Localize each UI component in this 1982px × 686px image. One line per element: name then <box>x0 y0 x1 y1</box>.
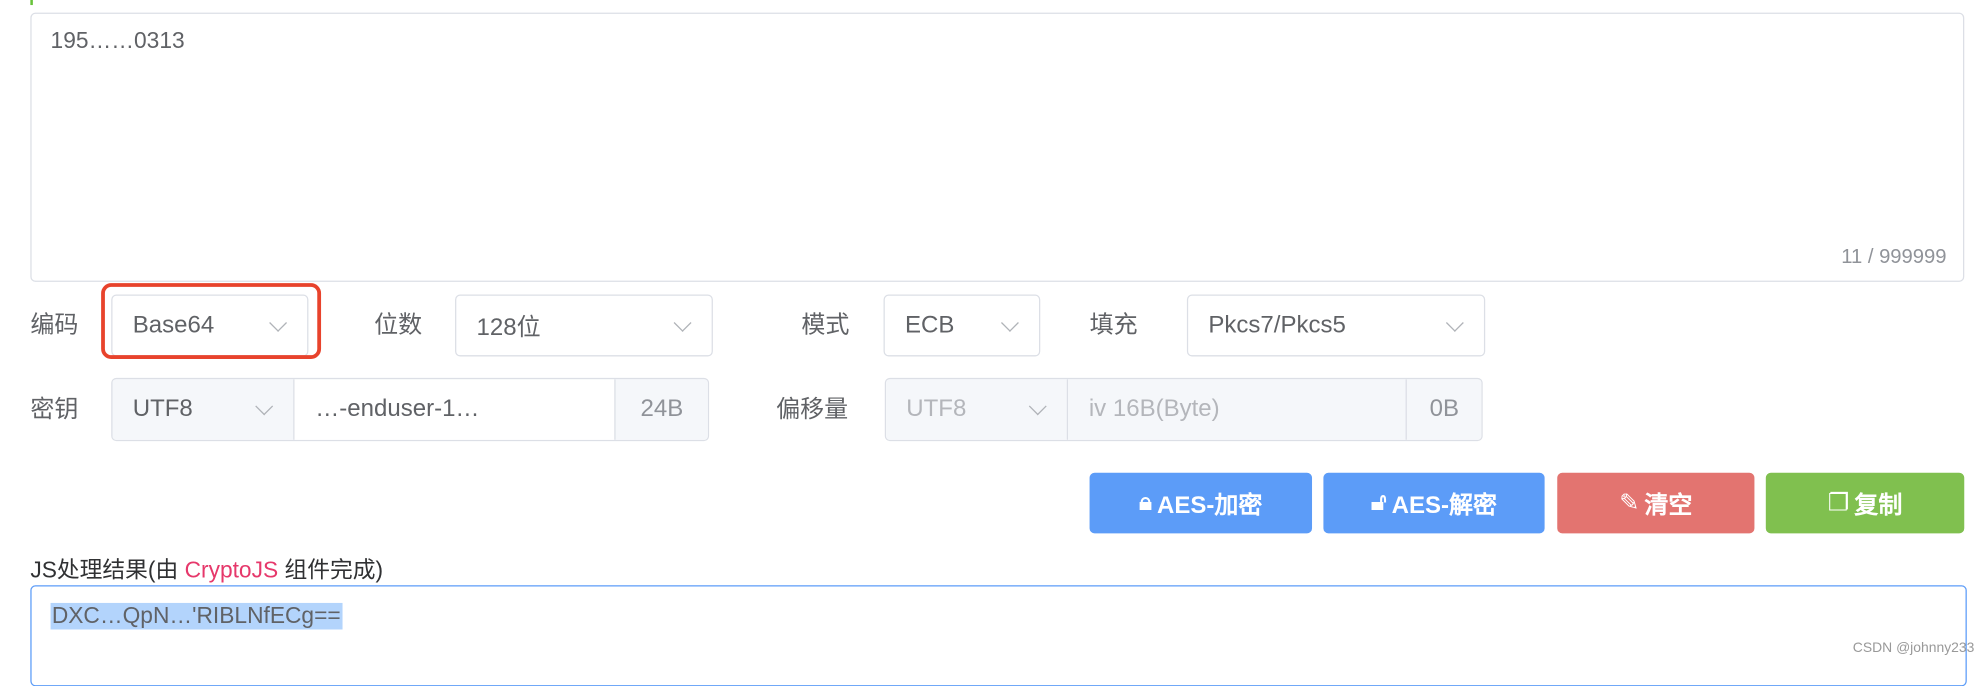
copy-button[interactable]: ❐ 复制 <box>1765 472 1965 534</box>
key-input-group: UTF8 …-enduser-1… 24B <box>111 377 710 442</box>
copy-label: 复制 <box>1854 492 1903 519</box>
padding-label: 填充 <box>1089 312 1138 339</box>
padding-value: Pkcs7/Pkcs5 <box>1208 311 1346 339</box>
chevron-down-icon <box>1000 313 1019 332</box>
plaintext-textarea[interactable] <box>30 12 1965 282</box>
encrypt-label: AES-加密 <box>1156 492 1263 519</box>
lock-icon: 🔒︎ <box>1139 489 1152 516</box>
plaintext-value: 195……0313 <box>50 27 185 54</box>
iv-input-group: UTF8 iv 16B(Byte) 0B <box>884 377 1483 442</box>
key-size: 24B <box>614 379 708 440</box>
brush-icon: ✎ <box>1619 489 1640 517</box>
key-charset-select[interactable]: UTF8 <box>112 379 296 440</box>
iv-charset-select[interactable]: UTF8 <box>886 379 1069 440</box>
aes-encrypt-button[interactable]: 🔒︎ AES-加密 <box>1089 472 1313 534</box>
result-label-suffix: 组件完成) <box>278 557 384 583</box>
unlock-icon: 🔓︎ <box>1370 489 1387 516</box>
bits-label: 位数 <box>374 312 423 339</box>
iv-size: 0B <box>1405 379 1482 440</box>
char-counter: 11 / 999999 <box>1841 246 1947 268</box>
result-label-lib: CryptoJS <box>184 557 279 583</box>
iv-label: 偏移量 <box>776 396 849 424</box>
result-textarea[interactable] <box>30 585 1967 686</box>
clear-label: 清空 <box>1644 492 1693 519</box>
key-input[interactable]: …-enduser-1… <box>295 379 615 440</box>
padding-select[interactable]: Pkcs7/Pkcs5 <box>1186 294 1486 357</box>
watermark: CSDN @johnny233 <box>1852 640 1975 657</box>
accent-mark <box>30 0 33 6</box>
encoding-label: 编码 <box>30 312 79 339</box>
bits-value: 128位 <box>476 314 541 342</box>
mode-select[interactable]: ECB <box>883 294 1041 357</box>
chevron-down-icon <box>673 313 692 332</box>
chevron-down-icon <box>255 397 274 416</box>
result-label-prefix: JS处理结果(由 <box>30 557 185 583</box>
result-value: DXC…QpN…'RIBLNfECg== <box>50 602 342 630</box>
chevron-down-icon <box>1029 397 1048 416</box>
iv-input[interactable]: iv 16B(Byte) <box>1068 379 1406 440</box>
aes-decrypt-button[interactable]: 🔓︎ AES-解密 <box>1323 472 1545 534</box>
aes-tool: 195……0313 11 / 999999 编码 Base64 位数 128位 … <box>0 0 1982 686</box>
chevron-down-icon <box>1445 313 1464 332</box>
mode-label: 模式 <box>801 312 850 339</box>
key-label: 密钥 <box>30 396 79 424</box>
mode-value: ECB <box>905 311 955 339</box>
clear-button[interactable]: ✎ 清空 <box>1557 472 1755 534</box>
bits-select[interactable]: 128位 <box>455 294 713 357</box>
key-charset-value: UTF8 <box>132 395 193 423</box>
copy-icon: ❐ <box>1827 489 1850 517</box>
decrypt-label: AES-解密 <box>1391 492 1498 519</box>
highlight-box <box>101 283 322 359</box>
iv-charset-value: UTF8 <box>906 395 967 423</box>
result-label: JS处理结果(由 CryptoJS 组件完成) <box>30 552 383 585</box>
